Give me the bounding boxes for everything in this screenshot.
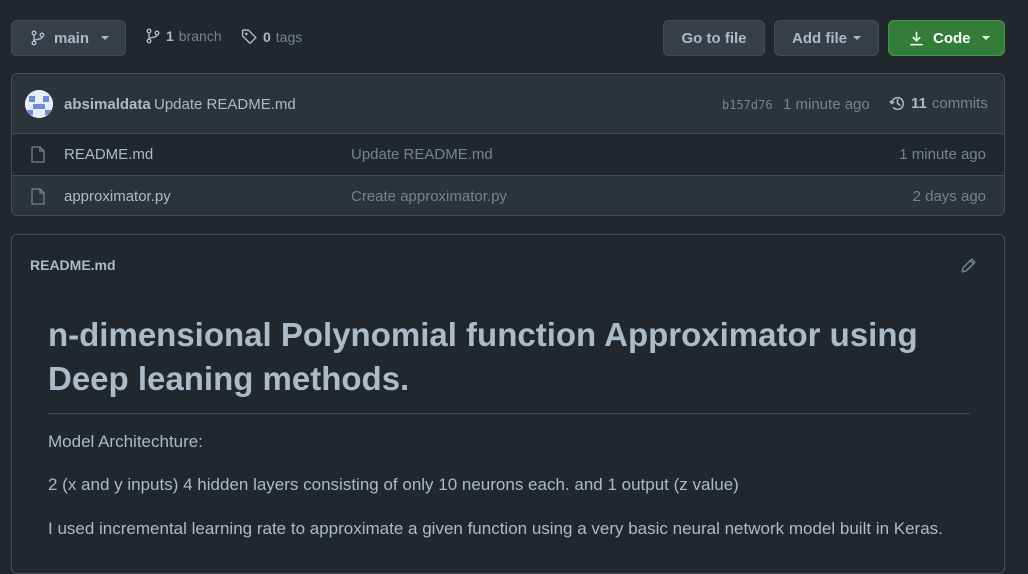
readme-panel: README.md n-dimensional Polynomial funct… <box>11 234 1005 574</box>
readme-title: n-dimensional Polynomial function Approx… <box>48 313 970 414</box>
branch-label: branch <box>178 28 222 44</box>
commit-author[interactable]: absimaldata <box>64 96 151 113</box>
readme-filename[interactable]: README.md <box>30 257 116 273</box>
file-commit-time: 2 days ago <box>912 188 986 205</box>
file-icon <box>31 146 45 163</box>
readme-paragraph: 2 (x and y inputs) 4 hidden layers consi… <box>48 475 739 494</box>
branches-link[interactable]: 1 branch <box>145 28 222 44</box>
tag-icon <box>241 28 258 45</box>
file-row[interactable]: approximator.py Create approximator.py 2… <box>12 175 1004 215</box>
chevron-down-icon <box>101 36 110 40</box>
code-label: Code <box>933 29 971 47</box>
file-browser: absimaldata Update README.md b157d76 1 m… <box>11 73 1005 216</box>
file-row[interactable]: README.md Update README.md 1 minute ago <box>12 134 1004 175</box>
add-file-label: Add file <box>792 29 847 47</box>
add-file-button[interactable]: Add file <box>774 20 879 56</box>
tags-link[interactable]: 0 tags <box>241 28 302 45</box>
readme-paragraph: I used incremental learning rate to appr… <box>48 519 943 538</box>
chevron-down-icon <box>981 36 990 40</box>
file-name[interactable]: README.md <box>64 146 153 163</box>
code-button[interactable]: Code <box>888 20 1005 56</box>
commits-label: commits <box>931 95 988 112</box>
commit-hash[interactable]: b157d76 <box>722 98 773 112</box>
go-to-file-button[interactable]: Go to file <box>663 20 765 56</box>
edit-pencil-icon[interactable] <box>960 257 977 274</box>
branch-icon <box>30 30 46 46</box>
commit-count: 11 <box>911 95 927 112</box>
file-commit-time: 1 minute ago <box>899 146 986 163</box>
history-icon <box>889 95 906 112</box>
file-name[interactable]: approximator.py <box>64 188 171 205</box>
file-icon <box>31 188 45 205</box>
file-commit-message[interactable]: Create approximator.py <box>351 188 507 205</box>
commit-time: 1 minute ago <box>783 96 870 113</box>
tag-count: 0 <box>263 28 271 45</box>
branch-count: 1 <box>166 28 174 44</box>
commit-message[interactable]: Update README.md <box>154 96 296 113</box>
branch-select-button[interactable]: main <box>11 20 126 56</box>
latest-commit-bar: absimaldata Update README.md b157d76 1 m… <box>12 74 1004 134</box>
avatar[interactable] <box>25 90 53 118</box>
commits-link[interactable]: 11 commits <box>889 95 988 112</box>
download-icon <box>909 31 924 46</box>
chevron-down-icon <box>853 36 861 40</box>
branch-icon <box>145 28 161 44</box>
tag-label: tags <box>275 28 303 45</box>
go-to-file-label: Go to file <box>681 29 747 47</box>
file-commit-message[interactable]: Update README.md <box>351 146 493 163</box>
readme-paragraph: Model Architechture: <box>48 432 203 451</box>
branch-name: main <box>54 29 90 47</box>
